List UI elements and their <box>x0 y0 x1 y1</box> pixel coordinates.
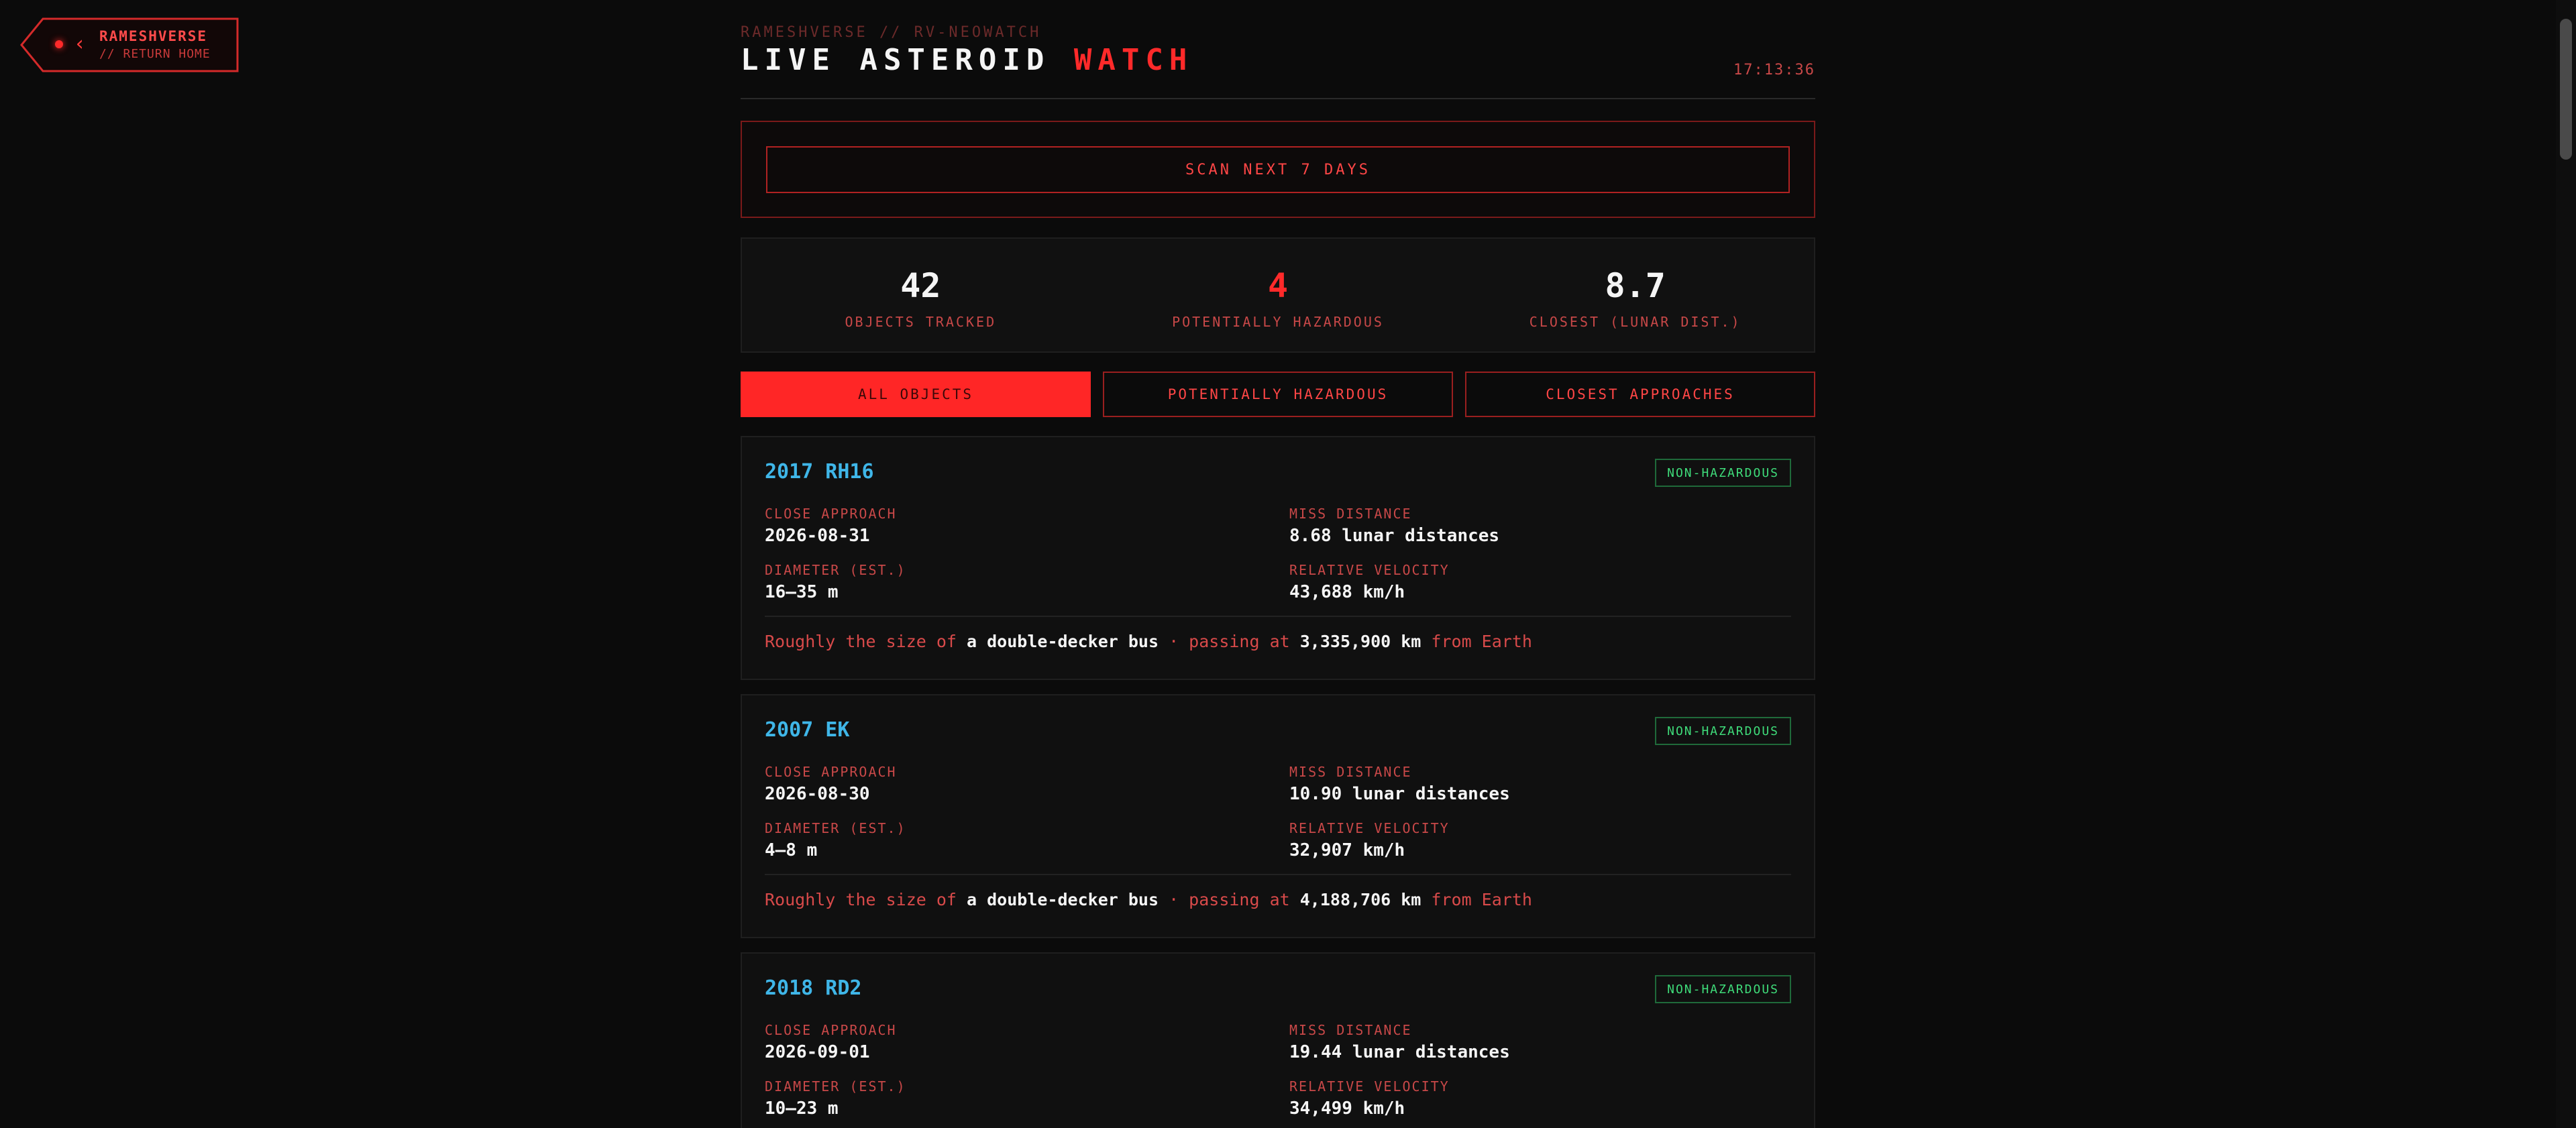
asteroid-name: 2018 RD2 <box>765 976 862 1000</box>
clock: 17:13:36 <box>1733 62 1815 78</box>
miss-distance-label: MISS DISTANCE <box>1289 506 1412 522</box>
close-approach-value: 2026-08-30 <box>765 784 870 804</box>
miss-distance-value: 19.44 lunar distances <box>1289 1042 1510 1062</box>
header-divider <box>741 98 1815 99</box>
size-compare: a double-decker bus <box>967 632 1159 651</box>
stat-potentially-hazardous: 4 POTENTIALLY HAZARDOUS <box>1099 239 1457 351</box>
passing-distance: 4,188,706 km <box>1299 890 1421 909</box>
back-title: RAMESHVERSE <box>99 28 208 44</box>
chevron-left-icon: ‹ <box>74 32 87 56</box>
header-kicker: RAMESHVERSE // RV-NEOWATCH <box>741 24 1042 41</box>
back-button-frame <box>20 17 239 72</box>
diameter-value: 16–35 m <box>765 582 839 602</box>
scan-panel: SCAN NEXT 7 DAYS <box>741 121 1815 218</box>
page-title: LIVE ASTEROID WATCH <box>741 43 1193 77</box>
diameter-label: DIAMETER (EST.) <box>765 1078 906 1094</box>
scan-button[interactable]: SCAN NEXT 7 DAYS <box>766 146 1790 193</box>
hazard-badge: NON-HAZARDOUS <box>1655 459 1791 487</box>
title-main: LIVE ASTEROID <box>741 43 1074 77</box>
filter-closest-approaches[interactable]: CLOSEST APPROACHES <box>1465 372 1815 417</box>
stat-objects-tracked: 42 OBJECTS TRACKED <box>742 239 1099 351</box>
asteroid-name: 2017 RH16 <box>765 460 874 484</box>
velocity-value: 32,907 km/h <box>1289 840 1405 860</box>
velocity-label: RELATIVE VELOCITY <box>1289 820 1450 836</box>
summary-text: Roughly the size of <box>765 632 967 651</box>
miss-distance-label: MISS DISTANCE <box>1289 764 1412 780</box>
close-approach-label: CLOSE APPROACH <box>765 764 897 780</box>
title-accent: WATCH <box>1073 43 1193 77</box>
stat-closest: 8.7 CLOSEST (LUNAR DIST.) <box>1456 239 1814 351</box>
miss-distance-value: 10.90 lunar distances <box>1289 784 1510 804</box>
size-summary: Roughly the size of a double-decker bus … <box>765 890 1532 909</box>
close-approach-label: CLOSE APPROACH <box>765 1022 897 1038</box>
passing-distance: 3,335,900 km <box>1299 632 1421 651</box>
asteroid-card[interactable]: 2017 RH16 NON-HAZARDOUS CLOSE APPROACH 2… <box>741 436 1815 680</box>
card-divider <box>765 616 1791 617</box>
hazard-badge: NON-HAZARDOUS <box>1655 975 1791 1003</box>
diameter-value: 10–23 m <box>765 1098 839 1119</box>
close-approach-label: CLOSE APPROACH <box>765 506 897 522</box>
velocity-value: 34,499 km/h <box>1289 1098 1405 1119</box>
diameter-value: 4–8 m <box>765 840 818 860</box>
size-summary: Roughly the size of a double-decker bus … <box>765 632 1532 651</box>
asteroid-card[interactable]: 2018 RD2 NON-HAZARDOUS CLOSE APPROACH 20… <box>741 952 1815 1128</box>
summary-text: · passing at <box>1159 890 1300 909</box>
stat-value: 4 <box>1267 266 1289 305</box>
size-compare: a double-decker bus <box>967 890 1159 909</box>
summary-text: Roughly the size of <box>765 890 967 909</box>
summary-text: from Earth <box>1421 890 1532 909</box>
close-approach-value: 2026-08-31 <box>765 526 870 546</box>
filter-all-objects[interactable]: ALL OBJECTS <box>741 372 1091 417</box>
card-divider <box>765 874 1791 875</box>
stat-value: 8.7 <box>1605 266 1666 305</box>
asteroid-card[interactable]: 2007 EK NON-HAZARDOUS CLOSE APPROACH 202… <box>741 694 1815 938</box>
miss-distance-label: MISS DISTANCE <box>1289 1022 1412 1038</box>
diameter-label: DIAMETER (EST.) <box>765 562 906 578</box>
velocity-value: 43,688 km/h <box>1289 582 1405 602</box>
diameter-label: DIAMETER (EST.) <box>765 820 906 836</box>
hazard-badge: NON-HAZARDOUS <box>1655 717 1791 745</box>
scrollbar-thumb[interactable] <box>2560 19 2572 160</box>
summary-text: · passing at <box>1159 632 1300 651</box>
summary-text: from Earth <box>1421 632 1532 651</box>
miss-distance-value: 8.68 lunar distances <box>1289 526 1500 546</box>
stat-label: OBJECTS TRACKED <box>845 314 997 330</box>
page-scrollbar[interactable] <box>2556 0 2576 1128</box>
status-dot-icon <box>55 40 63 48</box>
back-subtitle: // RETURN HOME <box>99 47 211 61</box>
velocity-label: RELATIVE VELOCITY <box>1289 562 1450 578</box>
stat-label: POTENTIALLY HAZARDOUS <box>1172 314 1384 330</box>
velocity-label: RELATIVE VELOCITY <box>1289 1078 1450 1094</box>
filter-potentially-hazardous[interactable]: POTENTIALLY HAZARDOUS <box>1103 372 1453 417</box>
asteroid-name: 2007 EK <box>765 718 850 742</box>
filter-tabs: ALL OBJECTS POTENTIALLY HAZARDOUS CLOSES… <box>741 372 1815 417</box>
close-approach-value: 2026-09-01 <box>765 1042 870 1062</box>
return-home-button[interactable]: ‹ RAMESHVERSE // RETURN HOME <box>20 17 239 72</box>
stat-value: 42 <box>900 266 941 305</box>
stats-panel: 42 OBJECTS TRACKED 4 POTENTIALLY HAZARDO… <box>741 237 1815 353</box>
stat-label: CLOSEST (LUNAR DIST.) <box>1529 314 1741 330</box>
